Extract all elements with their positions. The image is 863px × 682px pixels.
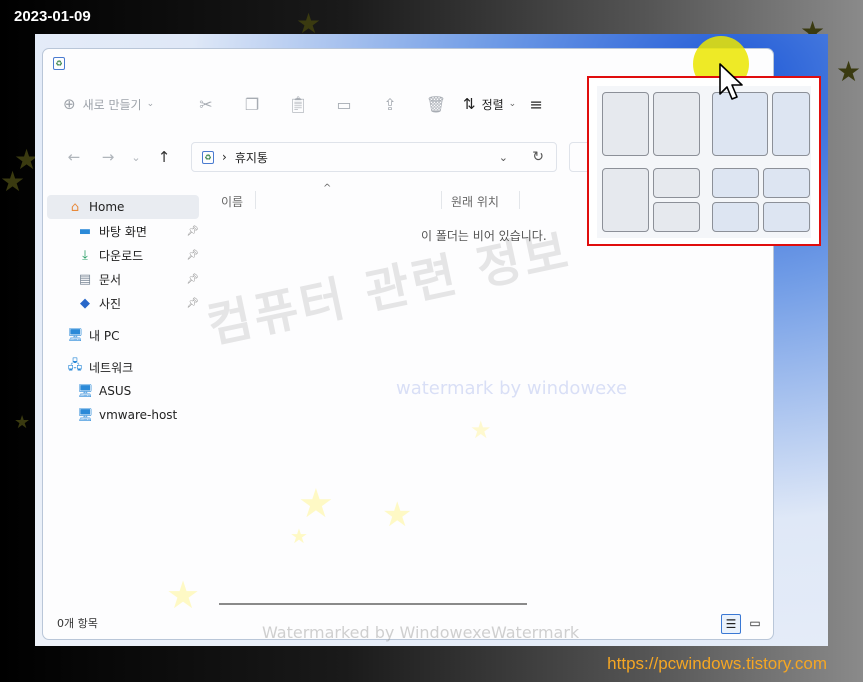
delete-icon[interactable]: 🗑︎ [413, 95, 459, 114]
site-url: https://pcwindows.tistory.com [607, 654, 827, 673]
network-icon: 🖧︎ [67, 358, 83, 373]
pin-icon[interactable]: 📌︎ [186, 226, 199, 237]
plus-icon: ⊕ [63, 95, 76, 113]
horizontal-scrollbar[interactable] [219, 603, 527, 605]
new-button-label: 새로 만들기 [82, 97, 142, 112]
sidebar-item-this-pc[interactable]: 🖥︎ 내 PC [43, 323, 213, 347]
copy-icon[interactable]: ❐ [229, 95, 275, 114]
title-bar[interactable]: ♻ [43, 49, 773, 77]
computer-icon: 🖥︎ [77, 383, 94, 399]
sidebar-item-desktop[interactable]: ▬ 바탕 화면 📌︎ [43, 219, 213, 243]
sort-arrows-icon: ⇅ [463, 95, 476, 113]
snap-zone[interactable] [653, 92, 700, 156]
chevron-down-icon: ⌄ [508, 99, 517, 109]
sidebar-item-label: 사진 [99, 296, 122, 311]
star-decoration: ★ [14, 412, 31, 433]
snap-zone[interactable] [653, 202, 700, 232]
tiles-view-icon[interactable]: ▭ [745, 614, 765, 634]
sidebar-item-label: 문서 [99, 272, 122, 287]
star-decoration: ★ [382, 495, 413, 535]
chevron-down-icon[interactable]: ⌄ [499, 151, 508, 164]
breadcrumb-location[interactable]: 휴지통 [235, 149, 268, 166]
snap-layout-four-quadrants [712, 168, 810, 232]
star-decoration: ★ [470, 416, 492, 444]
sidebar-item-label: 다운로드 [99, 248, 144, 263]
column-divider[interactable] [441, 191, 442, 209]
snap-zone[interactable] [602, 168, 649, 232]
sidebar-item-home[interactable]: ⌂ Home [47, 195, 199, 219]
computer-icon: 🖥︎ [77, 407, 94, 423]
details-view-icon[interactable]: ☰ [721, 614, 741, 634]
snap-zone[interactable] [772, 92, 810, 156]
sidebar-item-pictures[interactable]: ◆ 사진 📌︎ [43, 291, 213, 315]
column-divider[interactable] [519, 191, 520, 209]
sort-button-label: 정렬 [481, 97, 504, 112]
view-menu-icon[interactable]: ≡ [516, 95, 556, 114]
back-arrow-icon[interactable]: ← [57, 148, 91, 166]
recycle-bin-icon: ♻ [202, 150, 214, 164]
snap-zone[interactable] [712, 168, 759, 198]
star-decoration: ★ [298, 481, 334, 527]
snap-layouts-panel [597, 86, 811, 238]
star-decoration: ★ [0, 165, 26, 198]
snap-layout-two-halves [602, 92, 700, 156]
home-icon: ⌂ [70, 199, 80, 215]
address-bar[interactable]: ♻ › 휴지통 ⌄ ↻ [191, 142, 557, 172]
date-stamp: 2023-01-09 [14, 8, 91, 25]
watermark-footer: Watermarked by WindowexeWatermark [262, 623, 580, 642]
column-header-name[interactable]: 이름 [221, 193, 243, 210]
sidebar-item-asus[interactable]: 🖥︎ ASUS [43, 379, 213, 403]
sidebar-item-documents[interactable]: ▤ 문서 📌︎ [43, 267, 213, 291]
star-decoration: ★ [166, 573, 201, 617]
document-icon: ▤ [78, 271, 92, 287]
breadcrumb-separator-icon: › [222, 150, 227, 164]
star-decoration: ★ [836, 55, 862, 88]
column-header-original-location[interactable]: 원래 위치 [451, 193, 499, 210]
view-toggle: ☰ ▭ [721, 614, 765, 634]
sidebar-item-vmware-host[interactable]: 🖥︎ vmware-host [43, 403, 213, 427]
snap-layouts-flyout [587, 76, 821, 246]
star-decoration: ★ [290, 524, 308, 548]
pin-icon[interactable]: 📌︎ [186, 274, 199, 285]
cut-icon[interactable]: ✂ [183, 95, 229, 114]
snap-zone[interactable] [712, 202, 759, 232]
sidebar-item-label: vmware-host [99, 408, 178, 422]
sidebar-item-label: 내 PC [89, 328, 120, 343]
column-divider[interactable] [255, 191, 256, 209]
sort-button[interactable]: ⇅ 정렬 ⌄ [463, 95, 516, 113]
snap-layout-one-plus-two [602, 168, 700, 232]
refresh-icon[interactable]: ↻ [532, 149, 544, 165]
chevron-down-icon: ⌄ [146, 99, 155, 109]
rename-icon[interactable]: ▭ [321, 95, 367, 114]
item-count: 0개 항목 [57, 617, 98, 630]
sidebar-item-network[interactable]: 🖧︎ 네트워크 [43, 355, 213, 379]
up-arrow-icon[interactable]: ↑ [147, 148, 181, 166]
pin-icon[interactable]: 📌︎ [186, 250, 199, 261]
snap-zone[interactable] [763, 202, 810, 232]
sidebar-item-label: 네트워크 [89, 360, 134, 375]
sidebar-item-label: Home [89, 200, 125, 214]
pc-icon: 🖥︎ [67, 327, 84, 343]
paste-icon[interactable]: 📋︎ [275, 95, 321, 114]
pin-icon[interactable]: 📌︎ [186, 298, 199, 309]
recent-locations-icon[interactable]: ⌄ [125, 151, 147, 164]
snap-zone[interactable] [653, 168, 700, 198]
sidebar-item-label: ASUS [99, 384, 132, 398]
recycle-bin-icon: ♻ [53, 56, 65, 70]
watermark-subtext: watermark by windowexe [396, 378, 628, 399]
navigation-pane: ⌂ Home ▬ 바탕 화면 📌︎ ⤓ 다운로드 📌︎ ▤ 문서 📌︎ ◆ 사진… [43, 195, 213, 427]
share-icon[interactable]: ⇪ [367, 95, 413, 114]
new-button[interactable]: ⊕ 새로 만들기 ⌄ [63, 95, 183, 113]
desktop-icon: ▬ [78, 223, 92, 239]
sidebar-item-downloads[interactable]: ⤓ 다운로드 📌︎ [43, 243, 213, 267]
snap-zone[interactable] [763, 168, 810, 198]
forward-arrow-icon[interactable]: → [91, 148, 125, 166]
mouse-pointer-icon [719, 63, 743, 100]
download-icon: ⤓ [82, 247, 88, 263]
snap-zone[interactable] [602, 92, 649, 156]
sidebar-item-label: 바탕 화면 [99, 224, 147, 239]
sort-ascending-icon: ^ [323, 183, 332, 194]
pictures-icon: ◆ [80, 295, 90, 311]
